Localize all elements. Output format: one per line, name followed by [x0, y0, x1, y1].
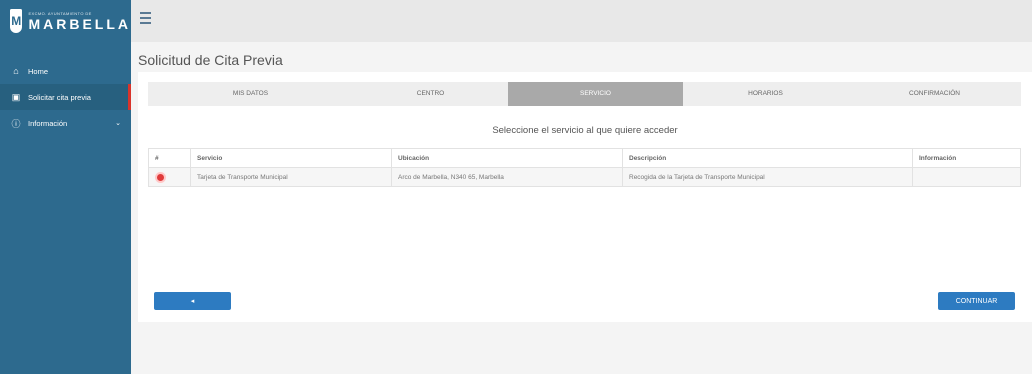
logo[interactable]: M EXCMO. AYUNTAMIENTO DE MARBELLA: [0, 0, 131, 42]
calendar-icon: ▣: [11, 91, 21, 102]
step-centro[interactable]: CENTRO: [353, 82, 508, 106]
main-panel: MIS DATOS CENTRO SERVICIO HORARIOS CONFI…: [138, 72, 1032, 322]
select-cell[interactable]: [148, 167, 191, 187]
home-icon: ⌂: [13, 66, 19, 76]
table-row[interactable]: Tarjeta de Transporte Municipal Arco de …: [148, 167, 1021, 187]
shield-glyph: M: [11, 14, 22, 28]
service-location: Arco de Marbella, N340 65, Marbella: [391, 167, 623, 187]
step-mis-datos[interactable]: MIS DATOS: [148, 82, 353, 106]
step-servicio[interactable]: SERVICIO: [508, 82, 683, 106]
service-description: Recogida de la Tarjeta de Transporte Mun…: [622, 167, 913, 187]
logo-subtitle: EXCMO. AYUNTAMIENTO DE: [28, 10, 92, 16]
sidebar-item-label: Solicitar cita previa: [28, 92, 91, 102]
table-header-row: # Servicio Ubicación Descripción Informa…: [148, 148, 1021, 168]
sidebar-item-home[interactable]: ⌂ Home: [0, 58, 131, 84]
column-header-servicio: Servicio: [190, 148, 392, 168]
wizard-steps: MIS DATOS CENTRO SERVICIO HORARIOS CONFI…: [148, 82, 1021, 106]
marbella-shield-icon: M: [10, 9, 23, 33]
service-radio[interactable]: [155, 171, 166, 183]
logo-text: EXCMO. AYUNTAMIENTO DE MARBELLA: [28, 10, 131, 32]
sidebar-item-informacion[interactable]: ⓘ Información ⌄: [0, 110, 131, 136]
column-header-number: #: [148, 148, 191, 168]
step-horarios[interactable]: HORARIOS: [683, 82, 848, 106]
caret-left-icon: ◂: [190, 298, 195, 305]
chevron-down-icon: ⌄: [115, 120, 121, 127]
service-instruction: Seleccione el servicio al que quiere acc…: [492, 125, 678, 136]
back-button[interactable]: ◂: [154, 292, 231, 310]
page-title: Solicitud de Cita Previa: [138, 52, 283, 68]
column-header-descripcion: Descripción: [622, 148, 913, 168]
column-header-ubicacion: Ubicación: [391, 148, 623, 168]
sidebar-item-label: Home: [28, 66, 49, 76]
logo-title: MARBELLA: [28, 15, 131, 32]
service-name: Tarjeta de Transporte Municipal: [190, 167, 392, 187]
top-bar: [131, 0, 1032, 42]
sidebar-item-solicitar-cita[interactable]: ▣ Solicitar cita previa: [0, 84, 131, 110]
info-icon: ⓘ: [11, 118, 21, 129]
sidebar-item-label: Información: [28, 118, 68, 128]
menu-toggle-icon[interactable]: [140, 12, 151, 27]
service-info: [912, 167, 1021, 187]
continue-button[interactable]: CONTINUAR: [938, 292, 1015, 310]
sidebar: M EXCMO. AYUNTAMIENTO DE MARBELLA ⌂ Home…: [0, 0, 131, 374]
services-table: # Servicio Ubicación Descripción Informa…: [148, 148, 1021, 187]
step-confirmacion[interactable]: CONFIRMACIÓN: [848, 82, 1021, 106]
column-header-informacion: Información: [912, 148, 1021, 168]
